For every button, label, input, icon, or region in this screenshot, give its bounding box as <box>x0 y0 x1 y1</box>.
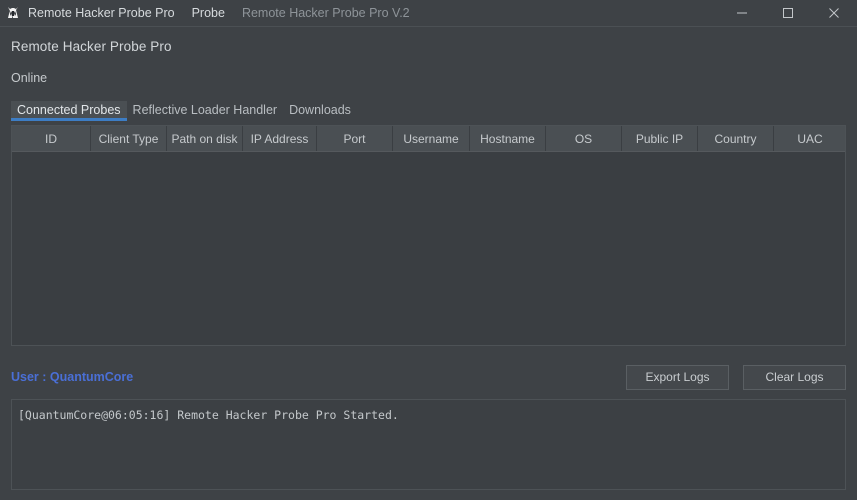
tab-connected-probes[interactable]: Connected Probes <box>11 101 127 121</box>
minimize-button[interactable] <box>719 0 765 27</box>
titlebar-version: Remote Hacker Probe Pro V.2 <box>241 6 410 20</box>
column-header-port[interactable]: Port <box>317 126 393 151</box>
table-header-row: ID Client Type Path on disk IP Address Port U… <box>12 126 845 152</box>
page-title: Remote Hacker Probe Pro <box>11 39 172 54</box>
header-area: Remote Hacker Probe Pro Online <box>0 27 857 85</box>
column-header-client-type[interactable]: Client Type <box>91 126 167 151</box>
close-icon <box>829 8 839 18</box>
titlebar-title: Remote Hacker Probe Pro <box>28 6 175 20</box>
column-header-public-ip[interactable]: Public IP <box>622 126 698 151</box>
maximize-button[interactable] <box>765 0 811 27</box>
app-window: Remote Hacker Probe Pro Probe Remote Hac… <box>0 0 857 500</box>
titlebar: Remote Hacker Probe Pro Probe Remote Hac… <box>0 0 857 27</box>
column-header-ip-address[interactable]: IP Address <box>243 126 317 151</box>
user-label: User : QuantumCore <box>11 370 134 384</box>
status-text: Online <box>11 71 48 85</box>
clear-logs-button[interactable]: Clear Logs <box>743 364 846 390</box>
column-header-username[interactable]: Username <box>393 126 470 151</box>
probes-table: ID Client Type Path on disk IP Address Port U… <box>11 125 846 346</box>
column-header-os[interactable]: OS <box>546 126 622 151</box>
column-header-hostname[interactable]: Hostname <box>470 126 546 151</box>
maximize-icon <box>783 8 793 18</box>
tab-reflective-loader-handler[interactable]: Reflective Loader Handler <box>127 101 284 121</box>
minimize-icon <box>737 12 747 14</box>
column-header-uac[interactable]: UAC <box>774 126 845 151</box>
log-toolbar: User : QuantumCore Export Logs Clear Log… <box>11 364 846 390</box>
column-header-path-on-disk[interactable]: Path on disk <box>167 126 243 151</box>
log-line: [QuantumCore@06:05:16] Remote Hacker Pro… <box>18 408 399 422</box>
log-panel[interactable]: [QuantumCore@06:05:16] Remote Hacker Pro… <box>11 399 846 490</box>
table-body[interactable] <box>12 152 845 345</box>
column-header-country[interactable]: Country <box>698 126 774 151</box>
column-header-id[interactable]: ID <box>12 126 91 151</box>
app-icon <box>5 5 21 21</box>
tab-downloads[interactable]: Downloads <box>283 101 357 121</box>
tabbar: Connected Probes Reflective Loader Handle… <box>11 99 857 121</box>
close-button[interactable] <box>811 0 857 27</box>
export-logs-button[interactable]: Export Logs <box>626 364 729 390</box>
menu-item-probe[interactable]: Probe <box>189 4 228 22</box>
